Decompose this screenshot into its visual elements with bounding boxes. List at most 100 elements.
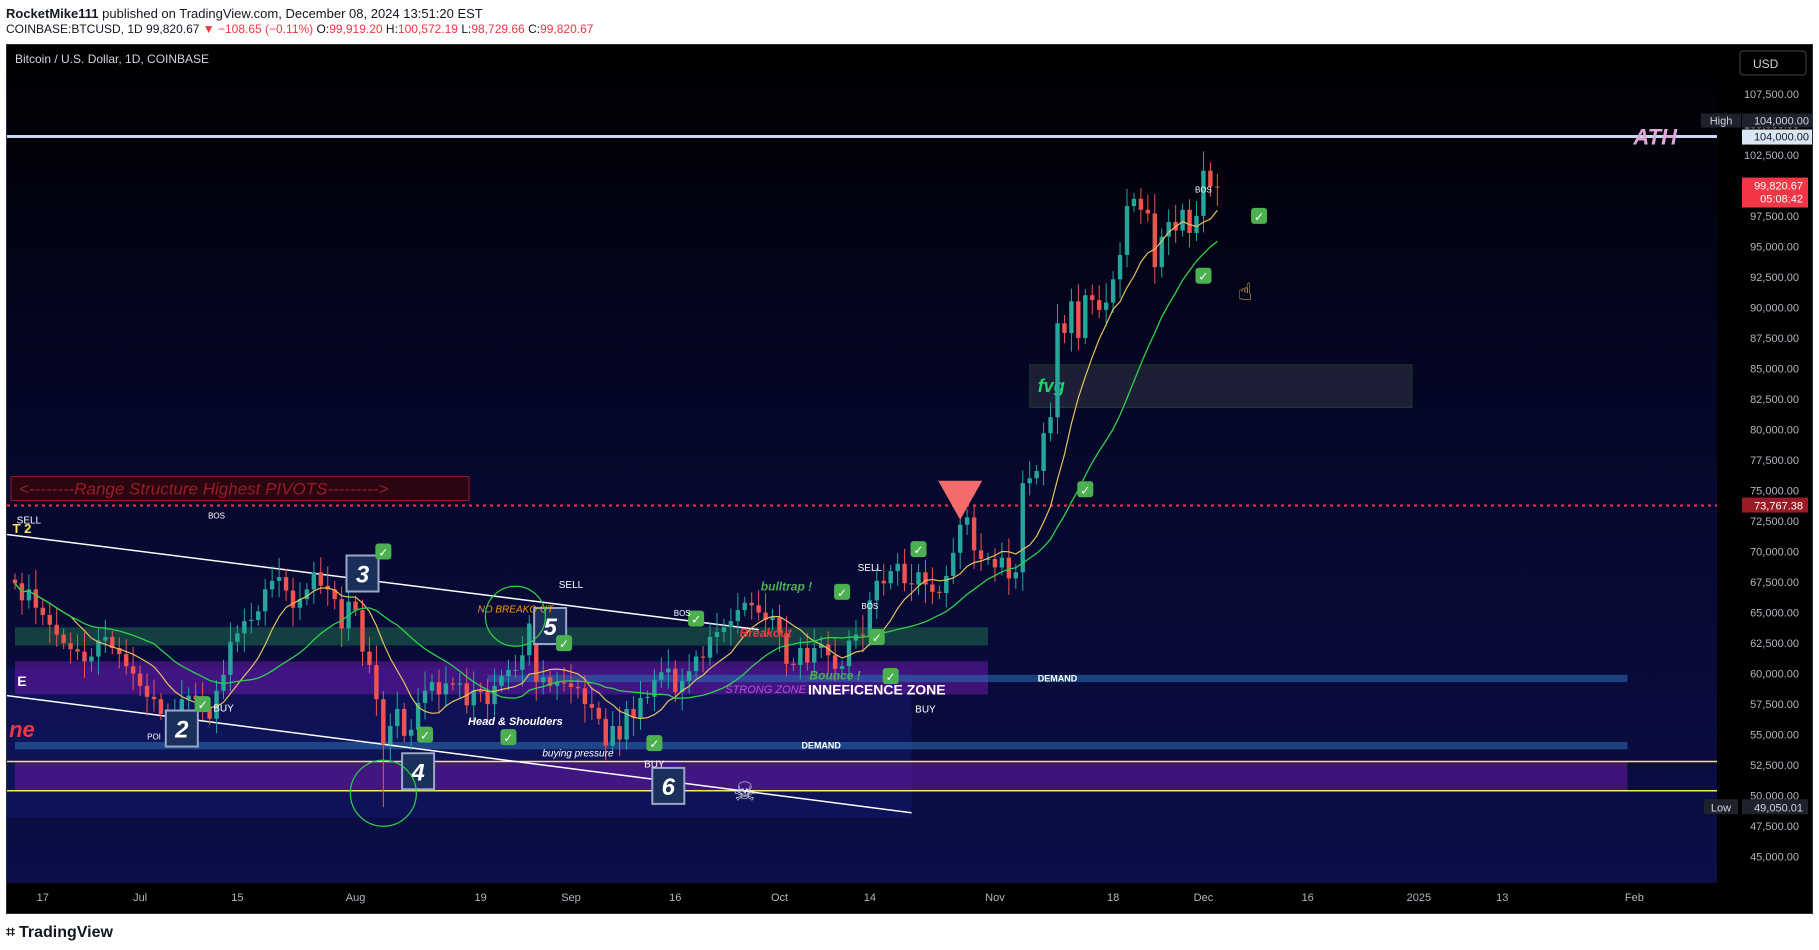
check-mark: ✓ xyxy=(649,737,659,751)
chart-canvas[interactable]: DEMAND DEMAND fvg ATH <--------Range Structu… xyxy=(7,45,1813,914)
price-tick-label: 65,000.00 xyxy=(1750,608,1799,620)
candle-body xyxy=(429,682,435,691)
candle-body xyxy=(596,707,601,719)
candle-body xyxy=(721,627,727,633)
candle-body xyxy=(728,621,734,628)
candle-body xyxy=(923,572,928,585)
time-tick-label: 19 xyxy=(475,892,487,904)
price-tick-label: 77,500.00 xyxy=(1750,455,1799,467)
candle-body xyxy=(506,669,511,677)
candle-body xyxy=(402,709,407,736)
chart-frame[interactable]: DEMAND DEMAND fvg ATH <--------Range Structu… xyxy=(6,44,1813,914)
candle-body xyxy=(1194,215,1199,233)
candle-body xyxy=(61,634,66,644)
candle-body xyxy=(874,580,879,601)
candle-body xyxy=(1027,478,1032,484)
candle-body xyxy=(1041,433,1046,471)
time-tick-label: Sep xyxy=(561,892,581,904)
candle-body xyxy=(1103,302,1109,310)
range-structure-text: <--------Range Structure Highest PIVOTS-… xyxy=(19,480,388,499)
candle-body xyxy=(603,718,608,746)
poi-label: POI xyxy=(147,733,161,742)
candle-body xyxy=(353,601,358,611)
candle-body xyxy=(228,641,233,675)
candle-body xyxy=(513,669,518,671)
candle-body xyxy=(360,610,365,652)
candle-body xyxy=(124,654,129,667)
footer-brand: TradingView xyxy=(19,924,113,941)
candle-body xyxy=(388,726,393,745)
candle-body xyxy=(54,624,59,635)
candle-body xyxy=(1145,209,1151,214)
candle-body xyxy=(443,683,449,695)
candle-body xyxy=(541,677,546,683)
candle-body xyxy=(276,577,282,581)
candle-body xyxy=(756,605,761,613)
chart-title: Bitcoin / U.S. Dollar, 1D, COINBASE xyxy=(15,52,209,66)
time-tick-label: 13 xyxy=(1496,892,1508,904)
candle-body xyxy=(1110,279,1116,303)
price-tick-label: 90,000.00 xyxy=(1750,302,1799,314)
sell-right-label: SELL xyxy=(858,563,883,574)
buy-left-label: BUY xyxy=(213,703,234,714)
candle-body xyxy=(1048,417,1053,434)
candle-body xyxy=(568,683,574,688)
time-tick-label: 2025 xyxy=(1407,892,1431,904)
candle-body xyxy=(144,685,150,697)
candle-body xyxy=(964,517,970,525)
candle-body xyxy=(1124,206,1130,255)
candle-body xyxy=(82,651,87,662)
buying-pressure-label: buying pressure xyxy=(542,749,614,760)
candle-body xyxy=(1055,323,1060,418)
sell-mid-label: SELL xyxy=(559,580,584,591)
price-tick-label: 80,000.00 xyxy=(1750,424,1799,436)
candle-body xyxy=(742,602,747,611)
open-label: O: xyxy=(316,22,330,36)
price-tick-label: 60,000.00 xyxy=(1750,669,1799,681)
close-label: C: xyxy=(528,22,541,36)
time-tick-label: Dec xyxy=(1194,892,1214,904)
candle-body xyxy=(256,611,261,620)
candle-body xyxy=(1006,557,1012,579)
high-tag-label: High xyxy=(1710,116,1733,128)
high-value: 100,572.19 xyxy=(397,22,458,36)
pointer-hand-icon: ☝ xyxy=(1238,278,1253,306)
candle-body xyxy=(561,682,567,684)
candle-body xyxy=(311,572,317,590)
candle-body xyxy=(832,655,838,669)
candle-body xyxy=(290,590,296,608)
tradingview-footer[interactable]: ⌗ TradingView xyxy=(6,922,113,942)
candle-body xyxy=(436,682,442,695)
candle-body xyxy=(130,666,136,674)
publish-line: RocketMike111 published on TradingView.c… xyxy=(6,6,483,21)
time-tick-label: Jul xyxy=(133,892,147,904)
price-change: ▼ −108.65 (−0.11%) xyxy=(202,22,314,36)
candle-body xyxy=(575,687,581,689)
author-name[interactable]: RocketMike111 xyxy=(6,6,99,21)
close-value: 99,820.67 xyxy=(540,22,594,36)
candle-body xyxy=(40,607,45,616)
candle-body xyxy=(1152,213,1157,268)
low-value-label: 49,050.01 xyxy=(1754,802,1803,814)
price-tick-label: 72,500.00 xyxy=(1750,516,1799,528)
demand-zone-lower-label: DEMAND xyxy=(801,741,841,751)
check-mark: ✓ xyxy=(378,546,388,560)
check-mark: ✓ xyxy=(420,729,430,743)
price-tick-label: 55,000.00 xyxy=(1750,730,1799,742)
candle-body xyxy=(499,676,504,686)
price-tick-label: 62,500.00 xyxy=(1750,638,1799,650)
check-mark: ✓ xyxy=(837,586,847,600)
skull-icon: ☠ xyxy=(733,778,756,808)
candle-body xyxy=(1215,186,1220,188)
candle-body xyxy=(735,610,740,622)
check-mark: ✓ xyxy=(913,543,923,557)
candle-body xyxy=(1069,301,1074,334)
time-tick-label: 16 xyxy=(1302,892,1314,904)
candle-body xyxy=(958,524,963,553)
demand-zone-upper-label: DEMAND xyxy=(1038,673,1078,683)
candle-body xyxy=(805,647,810,663)
price-tick-label: 97,500.00 xyxy=(1750,211,1799,223)
time-tick-label: 14 xyxy=(864,892,876,904)
time-tick-label: 15 xyxy=(231,892,243,904)
price-tick-label: 45,000.00 xyxy=(1750,852,1799,864)
